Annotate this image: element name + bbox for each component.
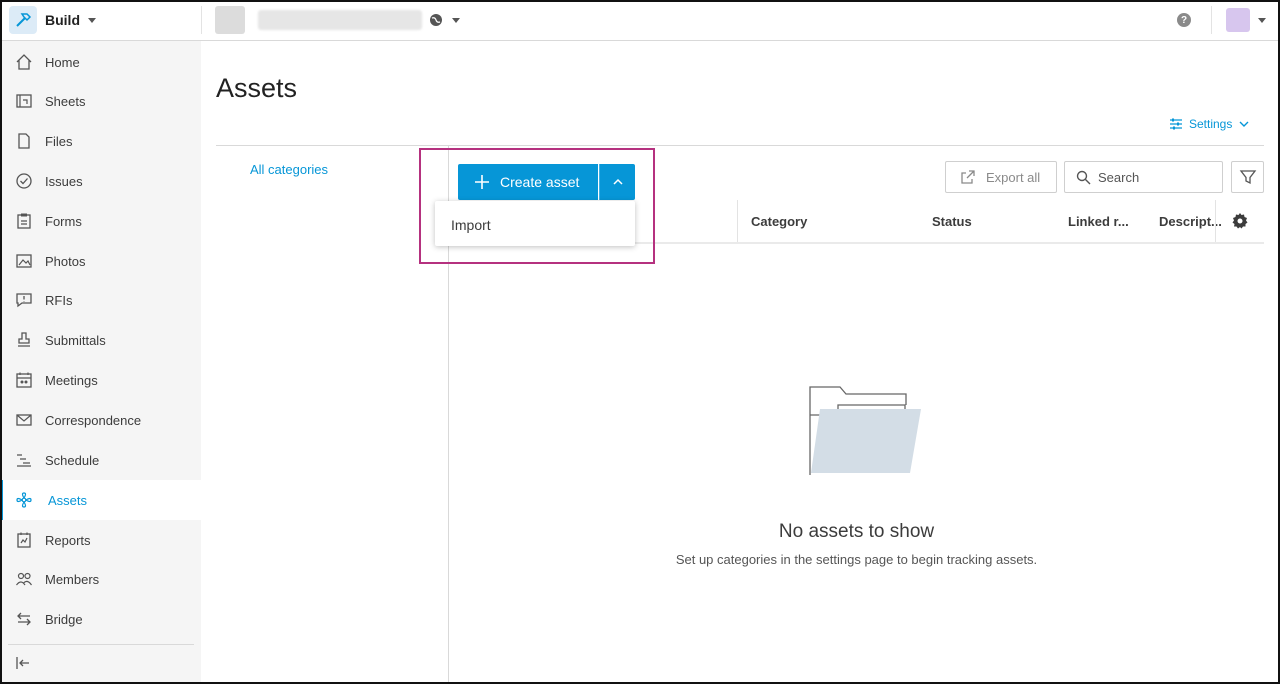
filter-icon xyxy=(1239,170,1256,185)
chevron-down-icon xyxy=(88,17,96,23)
sidebar: Home Sheets Files Issues Forms Photos RF… xyxy=(0,41,201,684)
sheets-icon xyxy=(14,91,34,111)
sidebar-item-forms[interactable]: Forms xyxy=(0,201,201,241)
empty-folder-icon xyxy=(809,386,921,475)
project-chevron-down-icon[interactable] xyxy=(452,18,460,23)
filter-button[interactable] xyxy=(1231,161,1264,193)
sidebar-item-label: Reports xyxy=(45,532,91,548)
empty-state-title: No assets to show xyxy=(778,521,935,542)
all-categories-link[interactable]: All categories xyxy=(250,162,328,177)
sidebar-item-label: Submittals xyxy=(45,332,106,348)
sidebar-item-label: Files xyxy=(45,133,73,149)
settings-link[interactable]: Settings xyxy=(1169,117,1250,131)
sidebar-item-label: Photos xyxy=(45,253,86,269)
import-menu-item[interactable]: Import xyxy=(451,217,491,233)
clipboard-icon xyxy=(14,211,34,231)
project-name-blurred[interactable] xyxy=(258,10,422,30)
sidebar-item-correspondence[interactable]: Correspondence xyxy=(0,400,201,440)
page-title: Assets xyxy=(216,73,298,103)
schedule-icon xyxy=(14,450,34,470)
sidebar-item-label: Sheets xyxy=(45,93,86,109)
asset-icon xyxy=(14,490,34,510)
envelope-icon xyxy=(14,410,34,430)
app-name: Build xyxy=(45,12,80,28)
report-icon xyxy=(14,530,34,550)
sidebar-item-reports[interactable]: Reports xyxy=(0,520,201,560)
column-divider xyxy=(737,200,738,242)
photo-icon xyxy=(14,251,34,271)
avatar-chevron-down-icon[interactable] xyxy=(1258,18,1266,23)
export-all-label: Export all xyxy=(986,169,1041,185)
sidebar-item-members[interactable]: Members xyxy=(0,559,201,599)
rfi-icon xyxy=(14,290,34,310)
sidebar-item-sheets[interactable]: Sheets xyxy=(0,81,201,121)
plus-icon xyxy=(475,175,489,189)
sidebar-item-home[interactable]: Home xyxy=(0,42,201,82)
check-circle-icon xyxy=(14,171,34,191)
settings-label: Settings xyxy=(1189,117,1233,131)
export-all-button[interactable]: Export all xyxy=(945,161,1057,193)
collapse-sidebar-icon[interactable] xyxy=(14,654,34,674)
help-icon[interactable]: ? xyxy=(1177,13,1191,27)
create-asset-menu-toggle[interactable] xyxy=(599,164,635,200)
globe-icon xyxy=(430,14,442,26)
sidebar-item-label: Home xyxy=(45,54,80,70)
sidebar-item-label: Correspondence xyxy=(45,412,142,428)
sidebar-item-schedule[interactable]: Schedule xyxy=(0,440,201,480)
create-asset-dropdown: Import xyxy=(435,201,635,246)
sidebar-divider xyxy=(8,644,194,645)
people-icon xyxy=(14,569,34,589)
create-asset-button[interactable]: Create asset xyxy=(458,164,598,200)
search-icon xyxy=(1076,170,1091,184)
export-icon xyxy=(961,170,975,184)
column-header-category[interactable]: Category xyxy=(751,214,807,229)
sidebar-item-label: Issues xyxy=(45,173,83,189)
home-icon xyxy=(14,52,34,72)
header-divider xyxy=(216,145,1264,146)
sidebar-item-submittals[interactable]: Submittals xyxy=(0,320,201,360)
sidebar-item-label: Schedule xyxy=(45,452,100,468)
sidebar-item-label: RFIs xyxy=(45,292,73,308)
sidebar-item-label: Assets xyxy=(48,492,88,508)
bridge-arrows-icon xyxy=(14,609,34,629)
sidebar-item-issues[interactable]: Issues xyxy=(0,161,201,201)
sidebar-item-label: Meetings xyxy=(45,372,98,388)
calendar-people-icon xyxy=(14,370,34,390)
app-switcher[interactable]: Build xyxy=(9,6,96,34)
sidebar-item-bridge[interactable]: Bridge xyxy=(0,599,201,639)
search-input[interactable] xyxy=(1098,169,1208,185)
sidebar-item-photos[interactable]: Photos xyxy=(0,241,201,281)
file-icon xyxy=(14,131,34,151)
sidebar-item-meetings[interactable]: Meetings xyxy=(0,360,201,400)
column-header-description[interactable]: Descript... xyxy=(1159,214,1222,229)
divider xyxy=(201,6,202,34)
column-header-linked[interactable]: Linked r... xyxy=(1068,214,1129,229)
sliders-icon xyxy=(1170,118,1182,130)
gear-icon[interactable] xyxy=(1231,212,1249,230)
chevron-up-icon xyxy=(612,178,623,185)
sidebar-item-assets[interactable]: Assets xyxy=(0,480,201,520)
sidebar-item-files[interactable]: Files xyxy=(0,121,201,161)
project-thumbnail[interactable] xyxy=(215,6,245,34)
hammer-icon xyxy=(9,6,37,34)
empty-state-subtitle: Set up categories in the settings page t… xyxy=(675,552,1038,567)
create-asset-label: Create asset xyxy=(500,174,580,190)
sidebar-item-label: Members xyxy=(45,571,100,587)
sidebar-item-rfis[interactable]: RFIs xyxy=(0,280,201,320)
avatar[interactable] xyxy=(1226,8,1250,32)
column-divider xyxy=(1215,200,1216,242)
chevron-down-icon xyxy=(1239,121,1249,127)
sidebar-item-label: Forms xyxy=(45,213,82,229)
column-header-status[interactable]: Status xyxy=(932,214,972,229)
search-field[interactable] xyxy=(1064,161,1223,193)
divider xyxy=(1211,6,1212,34)
sidebar-item-label: Bridge xyxy=(45,611,83,627)
top-bar: Build ? xyxy=(0,0,1280,41)
stamp-icon xyxy=(14,330,34,350)
